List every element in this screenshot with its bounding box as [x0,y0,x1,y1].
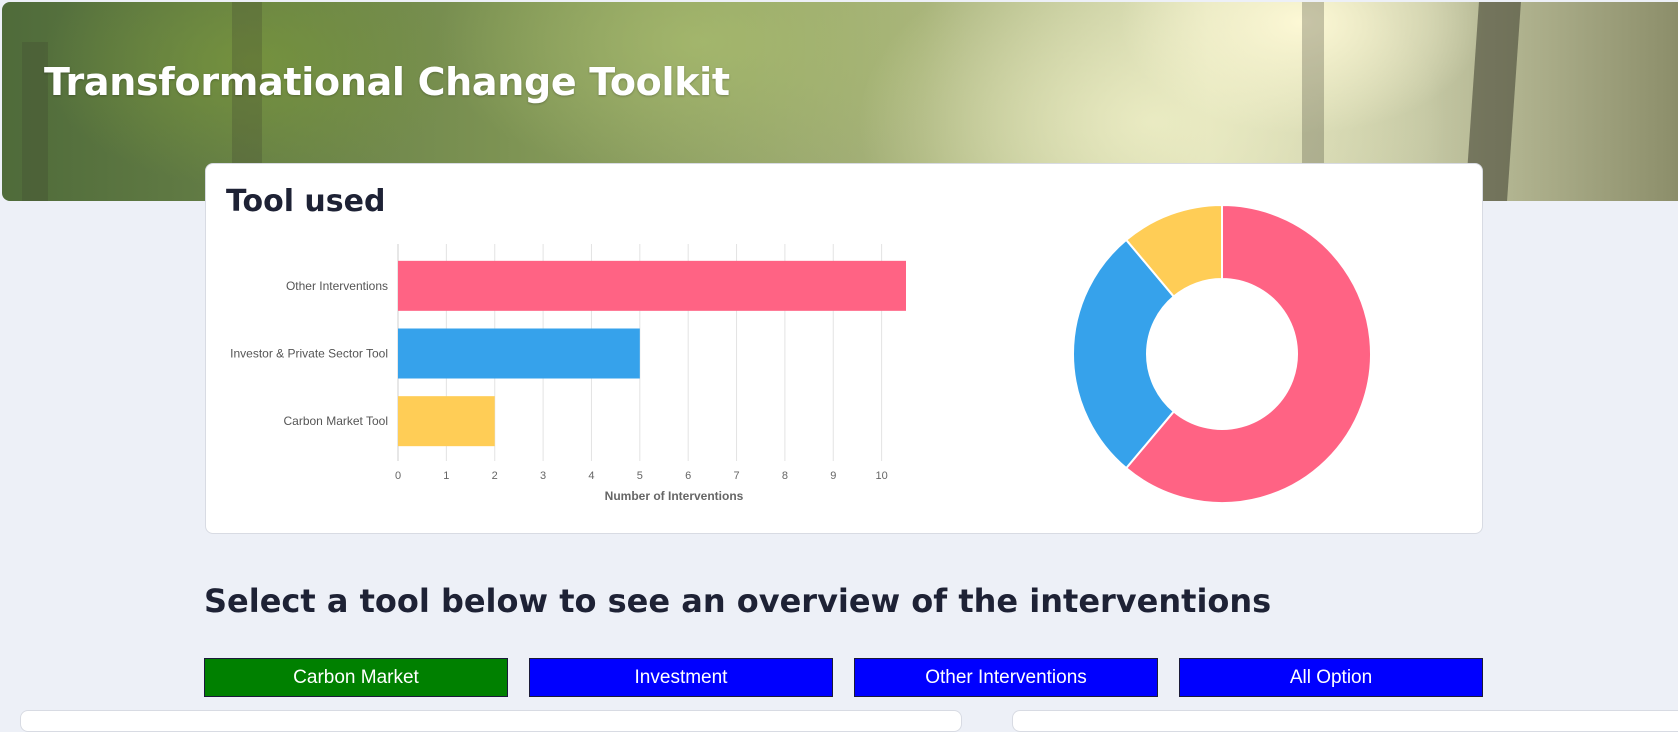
bottom-panel-left [20,710,962,732]
bottom-panel-right [1012,710,1678,732]
carbon-market-button[interactable]: Carbon Market [204,658,508,697]
all-option-button[interactable]: All Option [1179,658,1483,697]
other-interventions-button[interactable]: Other Interventions [854,658,1158,697]
investment-button[interactable]: Investment [529,658,833,697]
donut-chart [1072,203,1372,504]
tool-used-card: Tool used 01234567891011Other Interventi… [205,163,1483,534]
page-title: Transformational Change Toolkit [44,60,730,104]
section-heading: Select a tool below to see an overview o… [204,582,1272,620]
